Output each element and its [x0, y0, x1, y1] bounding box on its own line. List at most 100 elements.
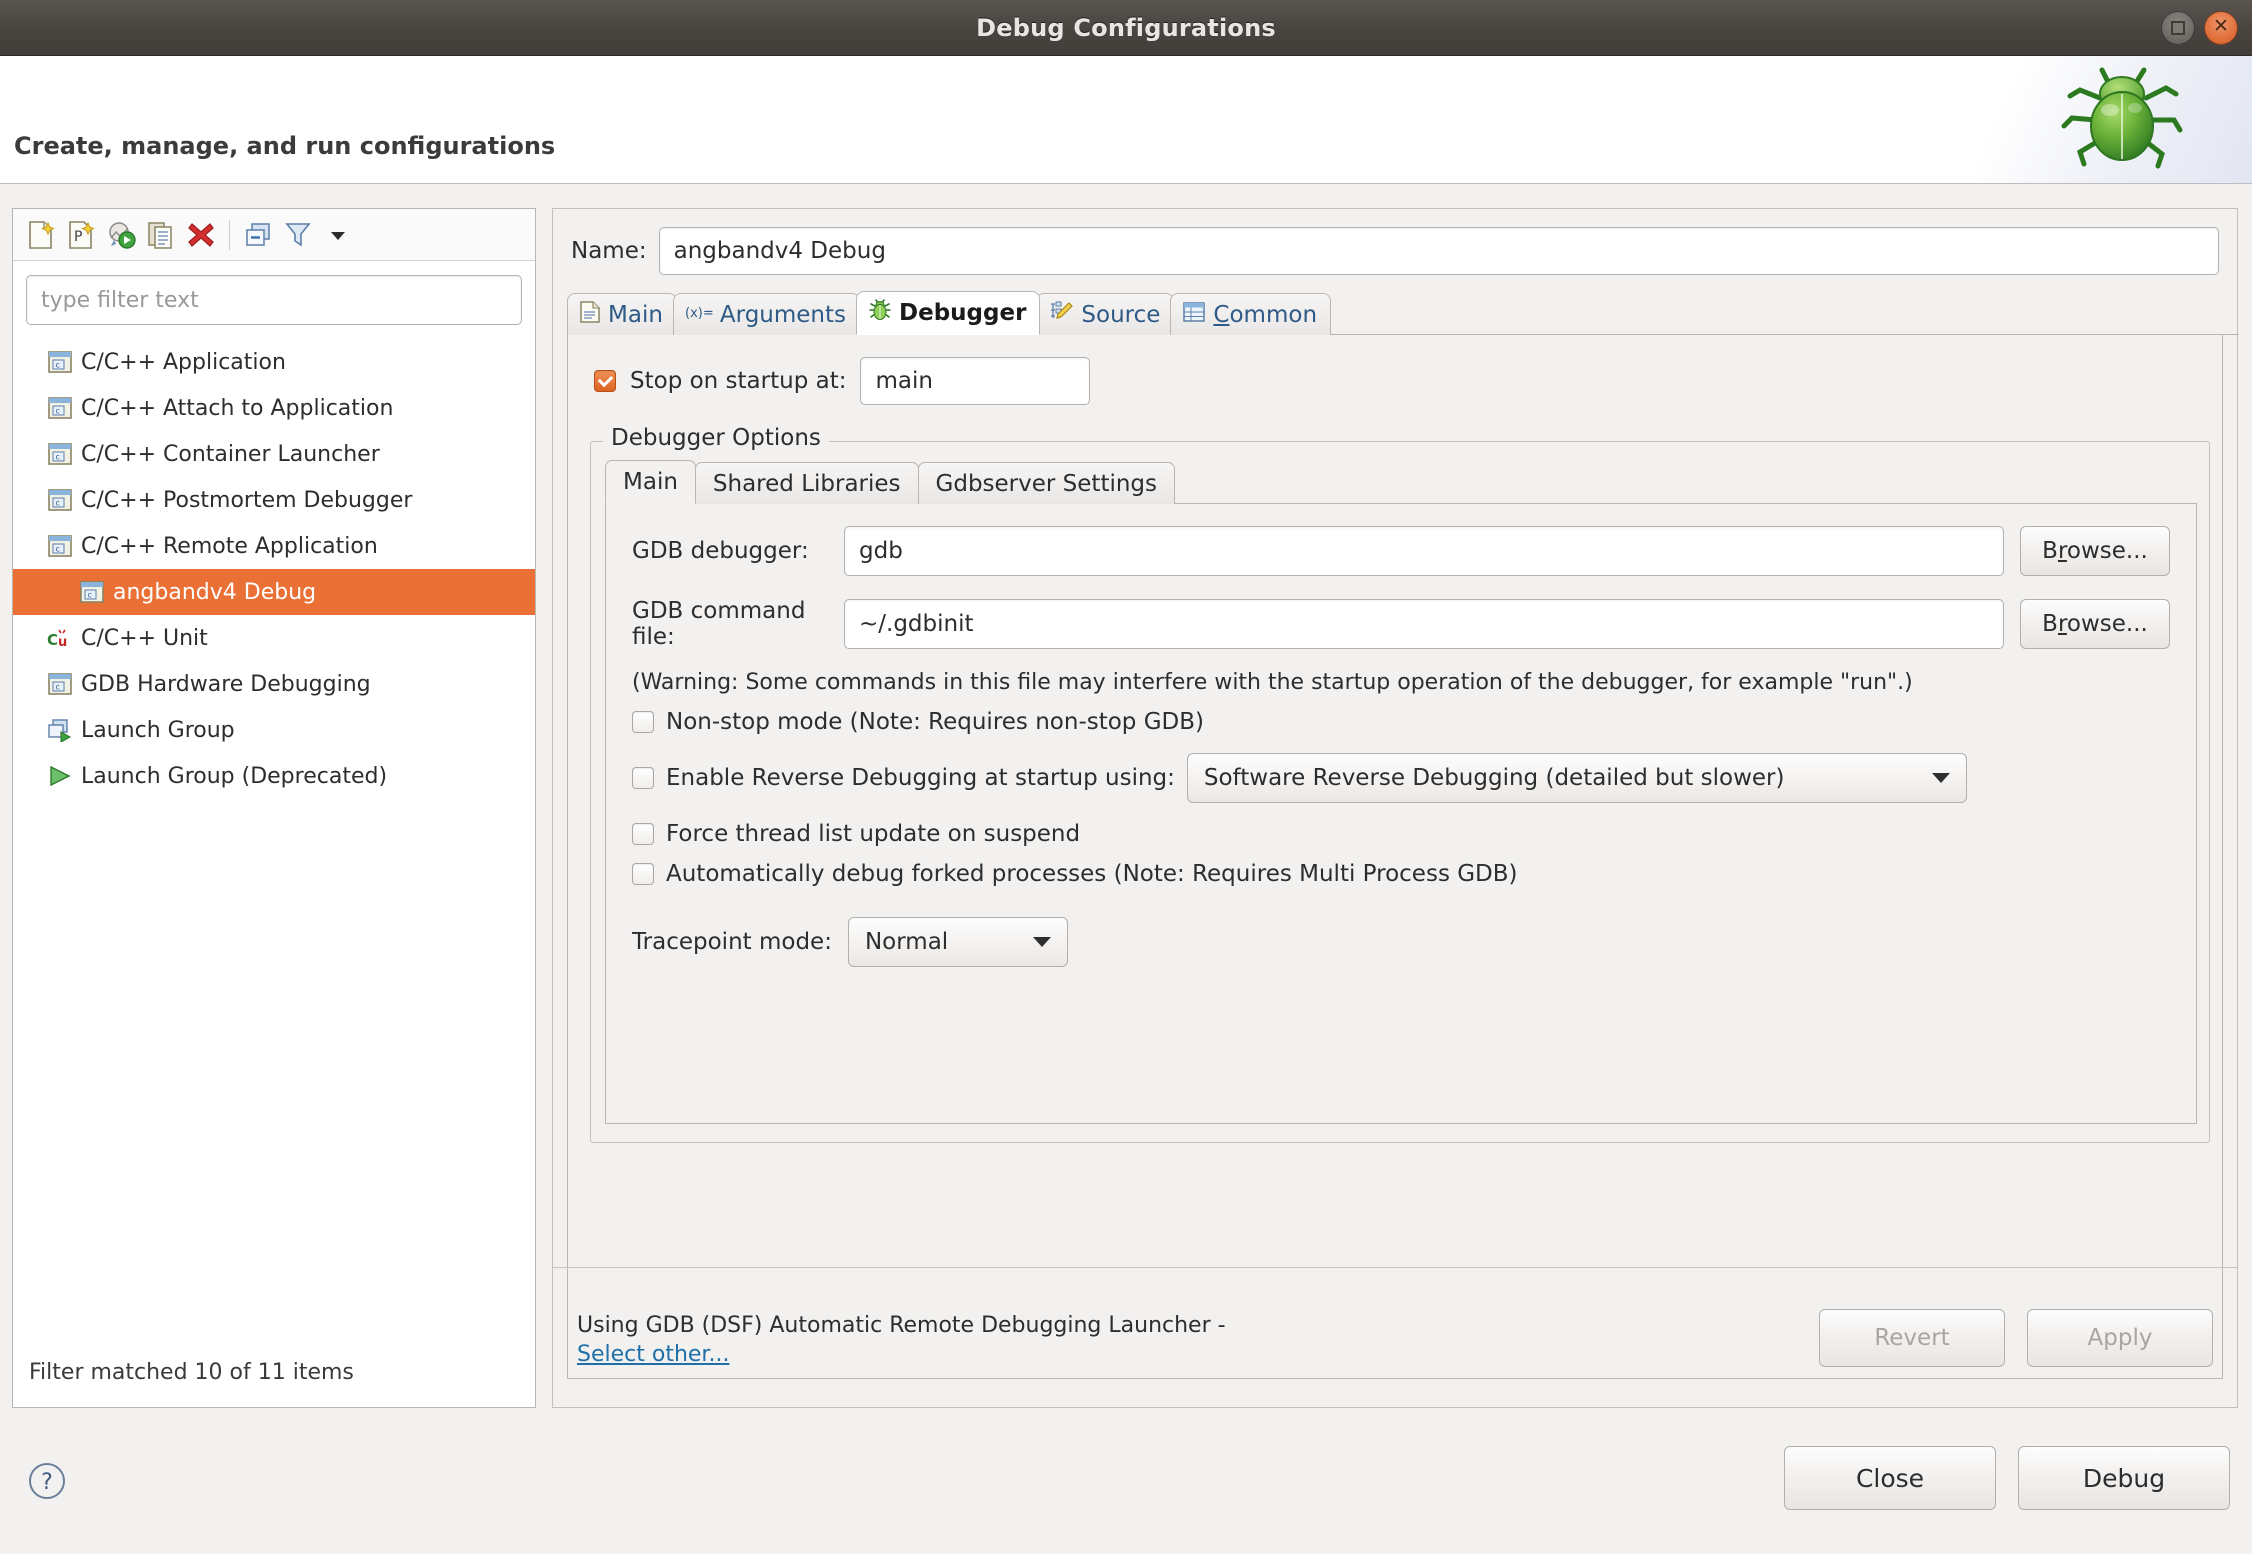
reverse-debugging-label: Enable Reverse Debugging at startup usin…: [666, 765, 1175, 791]
auto-debug-forked-row: Automatically debug forked processes (No…: [606, 861, 2196, 887]
tree-item-launch-group-deprecated[interactable]: Launch Group (Deprecated): [13, 753, 535, 799]
c-app-icon: c: [47, 534, 73, 558]
dialog-header: Create, manage, and run configurations: [0, 56, 2252, 184]
tree-row: Launch Group: [13, 707, 535, 753]
restore-button[interactable]: [2161, 10, 2195, 45]
stop-on-startup-checkbox[interactable]: [594, 370, 616, 392]
tab-label: Common: [1213, 301, 1318, 328]
c-app-icon: c: [47, 672, 73, 696]
configuration-editor-panel: Name: angbandv4 Debug Main (x)= Argument…: [552, 208, 2239, 1408]
non-stop-mode-row: Non-stop mode (Note: Requires non-stop G…: [606, 709, 2196, 735]
name-input[interactable]: angbandv4 Debug: [658, 227, 2219, 275]
inner-tab-shared-libraries[interactable]: Shared Libraries: [694, 462, 919, 504]
debugger-tab-body: Stop on startup at: main Debugger Option…: [567, 335, 2223, 1379]
name-label: Name:: [571, 238, 647, 264]
tree-item-c-cpp-unit[interactable]: C u C/C++ Unit: [13, 615, 535, 661]
force-thread-list-row: Force thread list update on suspend: [606, 821, 2196, 847]
tab-main[interactable]: Main: [567, 293, 677, 335]
tree-item-c-cpp-attach-to-application[interactable]: c C/C++ Attach to Application: [13, 385, 535, 431]
reverse-debugging-combo[interactable]: Software Reverse Debugging (detailed but…: [1186, 753, 1967, 803]
svg-text:c: c: [56, 683, 60, 692]
dialog-action-buttons: Close Debug: [1784, 1446, 2230, 1510]
tracepoint-mode-combo[interactable]: Normal: [847, 917, 1068, 967]
tab-arguments[interactable]: (x)= Arguments: [672, 293, 861, 335]
revert-button[interactable]: Revert: [1819, 1308, 2005, 1367]
stop-on-startup-label: Stop on startup at:: [630, 368, 847, 394]
inner-tab-main[interactable]: Main: [605, 460, 696, 504]
reverse-debugging-checkbox[interactable]: [632, 767, 654, 789]
configurations-panel: P type filter text c C/C++ Application c…: [12, 208, 536, 1408]
c-app-icon: c: [47, 488, 73, 512]
c-app-icon: c: [47, 442, 73, 466]
tree-item-launch-group[interactable]: Launch Group: [13, 707, 535, 753]
window-controls: ✕: [2161, 10, 2238, 45]
help-icon[interactable]: ?: [26, 1460, 68, 1506]
close-icon: ✕: [2213, 15, 2229, 37]
tree-row: c C/C++ Remote Application: [13, 523, 535, 569]
tree-item-c-cpp-remote-application[interactable]: c C/C++ Remote Application: [13, 523, 535, 569]
new-launch-configuration-icon[interactable]: [23, 216, 59, 254]
new-prototype-icon[interactable]: P: [63, 216, 99, 254]
gdb-command-file-label: GDB command file:: [632, 598, 806, 650]
tree-item-label: Launch Group (Deprecated): [81, 763, 388, 789]
delete-icon[interactable]: [183, 216, 219, 254]
window-title: Debug Configurations: [976, 13, 1276, 42]
inner-tab-label: Main: [623, 469, 678, 495]
tree-row: c GDB Hardware Debugging: [13, 661, 535, 707]
toolbar-separator: [229, 219, 230, 250]
stop-on-startup-row: Stop on startup at: main: [568, 335, 2222, 405]
gdb-debugger-input[interactable]: gdb: [844, 526, 2004, 576]
stop-on-startup-input[interactable]: main: [860, 357, 1091, 405]
apply-label: Apply: [2087, 1324, 2153, 1351]
svg-text:c: c: [56, 545, 60, 554]
source-pencil-icon: [1048, 300, 1074, 330]
name-row: Name: angbandv4 Debug: [553, 209, 2237, 275]
tree-row: Launch Group (Deprecated): [13, 753, 535, 799]
launcher-info: Using GDB (DSF) Automatic Remote Debuggi…: [577, 1309, 1226, 1367]
tree-item-label: GDB Hardware Debugging: [81, 671, 371, 697]
duplicate-icon[interactable]: [143, 216, 179, 254]
collapse-all-icon[interactable]: [240, 216, 276, 254]
editor-action-buttons: Revert Apply: [1819, 1308, 2213, 1367]
tab-common[interactable]: Common: [1170, 293, 1332, 335]
select-other-link[interactable]: Select other...: [577, 1342, 1226, 1367]
force-thread-list-checkbox[interactable]: [632, 823, 654, 845]
apply-button[interactable]: Apply: [2027, 1308, 2213, 1367]
inner-tab-gdbserver-settings[interactable]: Gdbserver Settings: [917, 462, 1176, 504]
gdb-debugger-row: GDB debugger: gdb Browse...: [606, 526, 2196, 576]
revert-label: Revert: [1874, 1324, 1950, 1351]
gdb-command-file-input[interactable]: ~/.gdbinit: [844, 599, 2004, 649]
editor-footer: Using GDB (DSF) Automatic Remote Debuggi…: [553, 1267, 2237, 1407]
debug-label: Debug: [2082, 1463, 2166, 1493]
tree-row: c C/C++ Postmortem Debugger: [13, 477, 535, 523]
cpp-unit-icon: C u: [47, 626, 73, 650]
close-button[interactable]: Close: [1784, 1446, 1996, 1510]
tree-item-angbandv4-debug[interactable]: c angbandv4 Debug: [13, 569, 535, 615]
tree-item-gdb-hardware-debugging[interactable]: c GDB Hardware Debugging: [13, 661, 535, 707]
non-stop-mode-checkbox[interactable]: [632, 711, 654, 733]
view-menu-icon[interactable]: [320, 216, 356, 254]
tree-item-c-cpp-container-launcher[interactable]: c C/C++ Container Launcher: [13, 431, 535, 477]
gdb-command-file-warning: (Warning: Some commands in this file may…: [632, 670, 1913, 695]
tab-source[interactable]: Source: [1036, 293, 1175, 335]
tab-debugger[interactable]: Debugger: [856, 291, 1041, 335]
c-app-icon: c: [47, 350, 73, 374]
tree-item-c-cpp-application[interactable]: c C/C++ Application: [13, 339, 535, 385]
tree-item-label: C/C++ Unit: [81, 625, 208, 651]
browse-label: Browse...: [2042, 611, 2148, 637]
gdb-debugger-browse-button[interactable]: Browse...: [2020, 526, 2170, 576]
filter-placeholder: type filter text: [41, 287, 199, 313]
close-window-button[interactable]: ✕: [2204, 10, 2238, 45]
gdb-command-file-browse-button[interactable]: Browse...: [2020, 599, 2170, 649]
tree-item-c-cpp-postmortem-debugger[interactable]: c C/C++ Postmortem Debugger: [13, 477, 535, 523]
svg-text:u: u: [58, 635, 67, 650]
debug-button[interactable]: Debug: [2018, 1446, 2230, 1510]
filter-icon[interactable]: [280, 216, 316, 254]
svg-text:C: C: [47, 631, 58, 649]
new-launch-group-icon[interactable]: [103, 216, 139, 254]
gdb-debugger-value: gdb: [859, 538, 903, 564]
page-title: Create, manage, and run configurations: [14, 132, 556, 160]
filter-input[interactable]: type filter text: [26, 275, 522, 325]
auto-debug-forked-checkbox[interactable]: [632, 863, 654, 885]
svg-text:P: P: [74, 229, 82, 245]
